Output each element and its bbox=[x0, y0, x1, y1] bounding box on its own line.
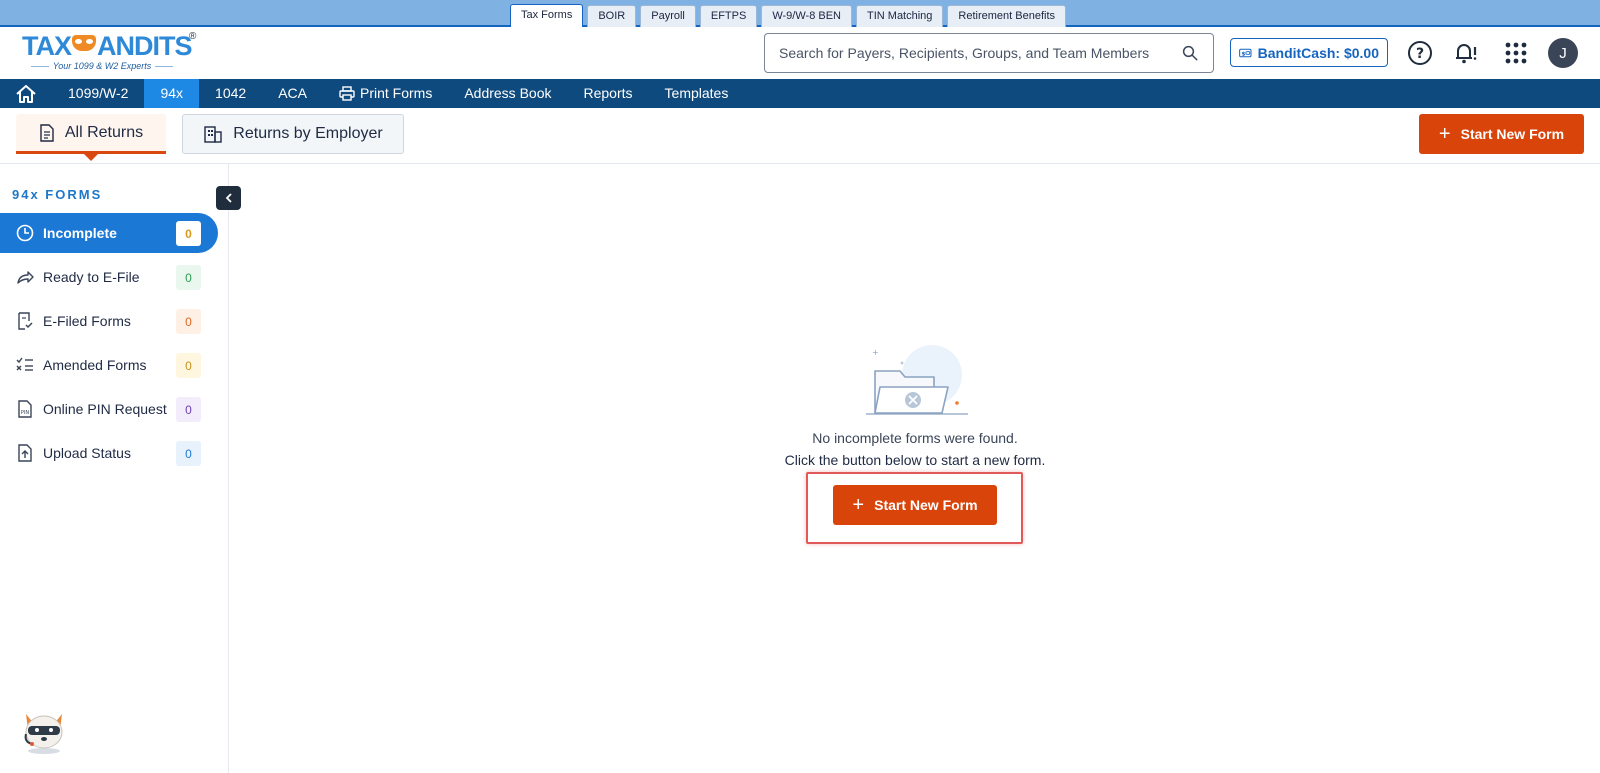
nav-aca[interactable]: ACA bbox=[262, 79, 323, 108]
nav-print-forms[interactable]: Print Forms bbox=[323, 79, 448, 108]
nav-reports[interactable]: Reports bbox=[568, 79, 649, 108]
search-input[interactable] bbox=[779, 45, 1181, 61]
product-tab-tax-forms[interactable]: Tax Forms bbox=[510, 4, 584, 28]
product-tab-w9-w8ben[interactable]: W-9/W-8 BEN bbox=[761, 5, 852, 27]
product-tabs: Tax Forms BOIR Payroll EFTPS W-9/W-8 BEN… bbox=[510, 4, 1067, 28]
logo-text-right: ANDITS bbox=[97, 31, 192, 61]
sidebar-item-ready-to-efile[interactable]: Ready to E-File 0 bbox=[0, 257, 218, 297]
global-search bbox=[764, 33, 1214, 73]
taxbandits-logo[interactable]: TAX ANDITS ® Your 1099 & W2 Experts bbox=[22, 31, 202, 75]
start-new-form-button[interactable]: + Start New Form bbox=[833, 485, 997, 525]
svg-text:+: + bbox=[872, 348, 879, 357]
sidebar-item-label: E-Filed Forms bbox=[43, 313, 131, 329]
notification-bell-icon[interactable] bbox=[1451, 39, 1479, 67]
tab-all-returns[interactable]: All Returns bbox=[16, 114, 166, 161]
logo-tagline: Your 1099 & W2 Experts bbox=[22, 61, 182, 71]
bandit-mask-icon bbox=[72, 35, 96, 51]
wallet-icon: $ bbox=[1239, 48, 1252, 57]
sidebar-item-label: Upload Status bbox=[43, 445, 131, 461]
user-avatar[interactable]: J bbox=[1548, 38, 1578, 68]
sidebar-count-badge: 0 bbox=[176, 441, 201, 466]
sidebar-item-online-pin-request[interactable]: PIN Online PIN Request 0 bbox=[0, 389, 218, 429]
search-icon[interactable] bbox=[1181, 44, 1199, 62]
building-icon bbox=[204, 126, 222, 143]
product-strip: Tax Forms BOIR Payroll EFTPS W-9/W-8 BEN… bbox=[0, 0, 1600, 28]
product-tab-boir[interactable]: BOIR bbox=[587, 5, 637, 27]
sidebar-list: Incomplete 0 Ready to E-File 0 E-Filed F… bbox=[0, 213, 218, 477]
pin-document-icon: PIN bbox=[15, 399, 35, 419]
sidebar-item-label: Amended Forms bbox=[43, 357, 147, 373]
start-new-form-label: Start New Form bbox=[1460, 126, 1565, 142]
sidebar-item-label: Online PIN Request bbox=[43, 401, 167, 417]
product-tab-tin-matching[interactable]: TIN Matching bbox=[856, 5, 944, 27]
empty-folder-illustration: + bbox=[866, 345, 968, 415]
product-tab-retirement-benefits[interactable]: Retirement Benefits bbox=[947, 5, 1067, 27]
sidebar-title: 94x FORMS bbox=[12, 187, 103, 202]
collapse-sidebar-button[interactable] bbox=[216, 186, 241, 210]
nav-home[interactable] bbox=[0, 79, 52, 108]
chevron-left-icon bbox=[225, 193, 232, 203]
sidebar-item-label: Incomplete bbox=[43, 225, 117, 241]
sidebar-count-badge: 0 bbox=[176, 397, 201, 422]
logo-text-left: TAX bbox=[22, 31, 72, 61]
apps-grid-icon[interactable] bbox=[1502, 39, 1530, 67]
returns-subheader: All Returns Returns by Employer + Start … bbox=[0, 108, 1600, 164]
document-check-icon bbox=[15, 311, 35, 331]
nav-94x[interactable]: 94x bbox=[144, 79, 200, 108]
nav-templates[interactable]: Templates bbox=[649, 79, 745, 108]
logo-wordmark: TAX ANDITS bbox=[22, 31, 202, 61]
start-new-form-label: Start New Form bbox=[874, 497, 978, 513]
sidebar-item-incomplete[interactable]: Incomplete 0 bbox=[0, 213, 218, 253]
svg-text:$: $ bbox=[1242, 51, 1246, 57]
plus-icon: + bbox=[852, 494, 865, 516]
help-icon[interactable]: ? bbox=[1406, 39, 1434, 67]
sidebar-item-label: Ready to E-File bbox=[43, 269, 140, 285]
logo-registered-mark: ® bbox=[189, 31, 197, 42]
printer-icon bbox=[339, 86, 355, 101]
home-icon bbox=[16, 84, 36, 103]
sidebar-count-badge: 0 bbox=[176, 309, 201, 334]
plus-icon: + bbox=[1438, 123, 1451, 145]
amend-list-icon bbox=[15, 355, 35, 375]
support-chat-mascot-icon[interactable] bbox=[18, 704, 70, 754]
document-icon bbox=[40, 123, 54, 142]
nav-1042[interactable]: 1042 bbox=[199, 79, 262, 108]
main-nav: 1099/W-2 94x 1042 ACA Print Forms Addres… bbox=[0, 79, 1600, 108]
sidebar-count-badge: 0 bbox=[176, 265, 201, 290]
svg-text:?: ? bbox=[1416, 46, 1424, 62]
forms-sidebar: 94x FORMS Incomplete 0 Ready to E-File 0… bbox=[0, 164, 241, 773]
tab-returns-by-employer[interactable]: Returns by Employer bbox=[182, 114, 404, 154]
nav-address-book[interactable]: Address Book bbox=[448, 79, 567, 108]
tab-returns-by-employer-label: Returns by Employer bbox=[233, 125, 383, 142]
sidebar-item-amended-forms[interactable]: Amended Forms 0 bbox=[0, 345, 218, 385]
sidebar-count-badge: 0 bbox=[176, 353, 201, 378]
clock-icon bbox=[15, 223, 35, 243]
upload-document-icon bbox=[15, 443, 35, 463]
empty-state-message: No incomplete forms were found. bbox=[812, 430, 1018, 446]
sidebar-item-efiled-forms[interactable]: E-Filed Forms 0 bbox=[0, 301, 218, 341]
empty-state-hint: Click the button below to start a new fo… bbox=[784, 452, 1046, 468]
share-arrow-icon bbox=[15, 267, 35, 287]
nav-1099-w2[interactable]: 1099/W-2 bbox=[52, 79, 144, 108]
start-new-form-button-header[interactable]: + Start New Form bbox=[1419, 114, 1584, 154]
product-tab-payroll[interactable]: Payroll bbox=[640, 5, 696, 27]
nav-print-forms-label: Print Forms bbox=[359, 85, 433, 101]
bandit-cash-button[interactable]: $ BanditCash: $0.00 bbox=[1230, 38, 1388, 67]
svg-text:PIN: PIN bbox=[21, 410, 29, 416]
sidebar-count-badge: 0 bbox=[176, 221, 201, 246]
product-tab-eftps[interactable]: EFTPS bbox=[699, 5, 758, 27]
sidebar-item-upload-status[interactable]: Upload Status 0 bbox=[0, 433, 218, 473]
app-header: TAX ANDITS ® Your 1099 & W2 Experts $ Ban… bbox=[0, 27, 1600, 79]
bandit-cash-label: BanditCash: $0.00 bbox=[1257, 44, 1379, 61]
tab-all-returns-label: All Returns bbox=[64, 123, 144, 141]
